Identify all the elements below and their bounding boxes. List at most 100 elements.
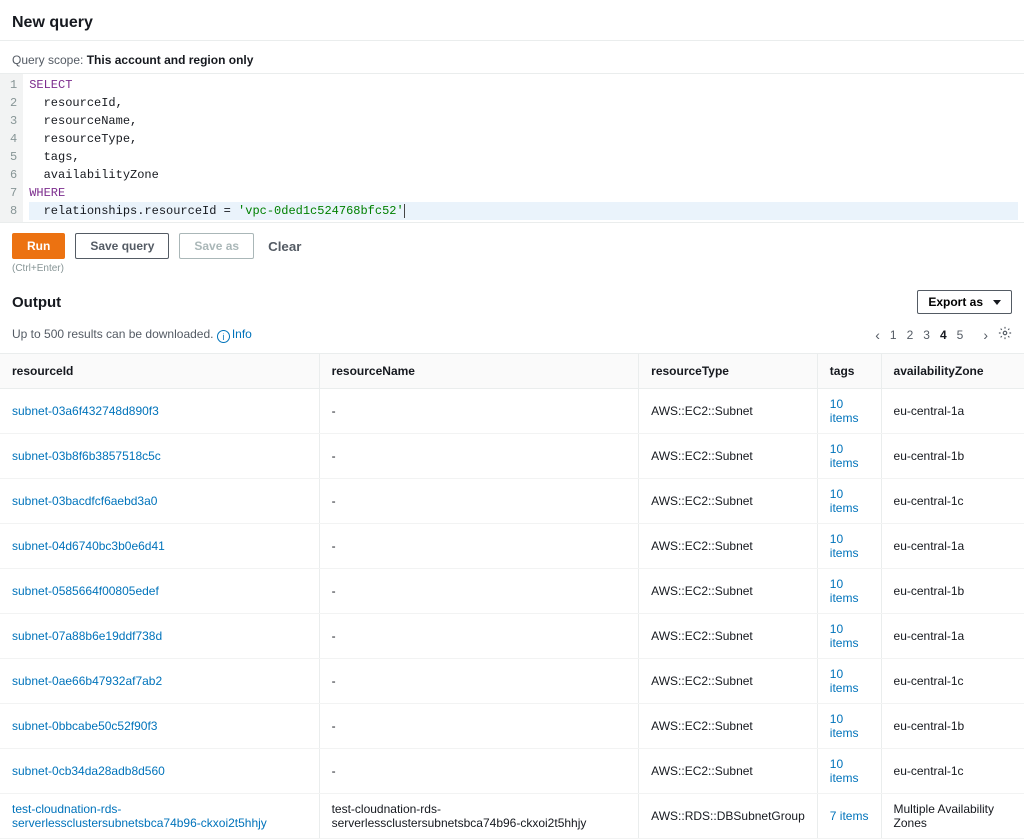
prev-page-icon[interactable]: ‹ xyxy=(875,327,880,343)
cell-resourceId: subnet-03bacdfcf6aebd3a0 xyxy=(0,479,319,524)
resource-id-link[interactable]: subnet-07a88b6e19ddf738d xyxy=(12,629,162,643)
line-number: 4 xyxy=(10,130,17,148)
cell-tags: 10 items xyxy=(817,614,881,659)
table-row: subnet-03bacdfcf6aebd3a0 -AWS::EC2::Subne… xyxy=(0,479,1024,524)
resource-id-link[interactable]: subnet-03bacdfcf6aebd3a0 xyxy=(12,494,157,508)
query-scope-value: This account and region only xyxy=(87,53,254,67)
query-editor[interactable]: 12345678 SELECT resourceId, resourceName… xyxy=(0,73,1024,223)
column-header-resourceId[interactable]: resourceId xyxy=(0,354,319,389)
resource-id-link[interactable]: test-cloudnation-rds-serverlessclustersu… xyxy=(12,802,267,830)
cell-resourceName: - xyxy=(319,434,639,479)
column-header-resourceName[interactable]: resourceName xyxy=(319,354,639,389)
cell-tags: 10 items xyxy=(817,704,881,749)
info-link[interactable]: iInfo xyxy=(217,327,252,341)
cell-resourceType: AWS::EC2::Subnet xyxy=(639,659,818,704)
line-number: 7 xyxy=(10,184,17,202)
page-3[interactable]: 3 xyxy=(923,328,930,342)
cell-availabilityZone: Multiple Availability Zones xyxy=(881,794,1024,839)
code-line[interactable]: SELECT xyxy=(29,76,1018,94)
cell-availabilityZone: eu-central-1b xyxy=(881,704,1024,749)
tags-link[interactable]: 10 items xyxy=(830,442,859,470)
results-info-text: Up to 500 results can be downloaded. xyxy=(12,327,213,341)
cell-resourceType: AWS::EC2::Subnet xyxy=(639,524,818,569)
info-label: Info xyxy=(232,327,252,341)
line-number: 2 xyxy=(10,94,17,112)
resource-id-link[interactable]: subnet-04d6740bc3b0e6d41 xyxy=(12,539,165,553)
tags-link[interactable]: 10 items xyxy=(830,577,859,605)
tags-link[interactable]: 10 items xyxy=(830,532,859,560)
cell-resourceName: test-cloudnation-rds-serverlessclustersu… xyxy=(319,794,639,839)
cell-resourceName: - xyxy=(319,749,639,794)
table-row: subnet-03b8f6b3857518c5c -AWS::EC2::Subne… xyxy=(0,434,1024,479)
tags-link[interactable]: 7 items xyxy=(830,809,869,823)
chevron-down-icon xyxy=(993,300,1001,305)
code-line[interactable]: availabilityZone xyxy=(29,166,1018,184)
code-line[interactable]: tags, xyxy=(29,148,1018,166)
code-area[interactable]: SELECT resourceId, resourceName, resourc… xyxy=(23,74,1024,222)
resource-id-link[interactable]: subnet-0bbcabe50c52f90f3 xyxy=(12,719,157,733)
cell-availabilityZone: eu-central-1a xyxy=(881,524,1024,569)
next-page-icon[interactable]: › xyxy=(983,327,988,343)
cell-resourceId: subnet-0cb34da28adb8d560 xyxy=(0,749,319,794)
cell-tags: 10 items xyxy=(817,434,881,479)
resource-id-link[interactable]: subnet-03a6f432748d890f3 xyxy=(12,404,159,418)
column-header-availabilityZone[interactable]: availabilityZone xyxy=(881,354,1024,389)
table-row: subnet-0cb34da28adb8d560 -AWS::EC2::Subne… xyxy=(0,749,1024,794)
cell-tags: 7 items xyxy=(817,794,881,839)
run-shortcut-hint: (Ctrl+Enter) xyxy=(0,263,1024,282)
settings-button[interactable] xyxy=(998,326,1012,343)
cell-availabilityZone: eu-central-1c xyxy=(881,479,1024,524)
cell-resourceType: AWS::EC2::Subnet xyxy=(639,614,818,659)
tags-link[interactable]: 10 items xyxy=(830,712,859,740)
code-line[interactable]: relationships.resourceId = 'vpc-0ded1c52… xyxy=(29,202,1018,220)
cell-resourceId: test-cloudnation-rds-serverlessclustersu… xyxy=(0,794,319,839)
resource-id-link[interactable]: subnet-0585664f00805edef xyxy=(12,584,159,598)
page-4[interactable]: 4 xyxy=(940,328,947,342)
save-as-button[interactable]: Save as xyxy=(179,233,254,259)
clear-button[interactable]: Clear xyxy=(264,234,305,259)
gear-icon xyxy=(998,326,1012,340)
cell-resourceId: subnet-04d6740bc3b0e6d41 xyxy=(0,524,319,569)
resource-id-link[interactable]: subnet-0cb34da28adb8d560 xyxy=(12,764,165,778)
column-header-tags[interactable]: tags xyxy=(817,354,881,389)
export-as-button[interactable]: Export as xyxy=(917,290,1012,314)
table-row: subnet-0ae66b47932af7ab2-AWS::EC2::Subne… xyxy=(0,659,1024,704)
code-line[interactable]: resourceType, xyxy=(29,130,1018,148)
info-icon: i xyxy=(217,330,230,343)
tags-link[interactable]: 10 items xyxy=(830,397,859,425)
export-as-label: Export as xyxy=(928,295,983,309)
page-2[interactable]: 2 xyxy=(907,328,914,342)
cell-tags: 10 items xyxy=(817,389,881,434)
cell-resourceType: AWS::EC2::Subnet xyxy=(639,434,818,479)
tags-link[interactable]: 10 items xyxy=(830,667,859,695)
code-line[interactable]: WHERE xyxy=(29,184,1018,202)
table-row: subnet-0bbcabe50c52f90f3 -AWS::EC2::Subne… xyxy=(0,704,1024,749)
paginator: ‹ 12345 › xyxy=(875,326,1012,343)
resource-id-link[interactable]: subnet-0ae66b47932af7ab2 xyxy=(12,674,162,688)
cell-resourceName: - xyxy=(319,479,639,524)
page-title: New query xyxy=(12,14,1012,32)
cell-resourceType: AWS::EC2::Subnet xyxy=(639,749,818,794)
cell-resourceType: AWS::EC2::Subnet xyxy=(639,704,818,749)
resource-id-link[interactable]: subnet-03b8f6b3857518c5c xyxy=(12,449,161,463)
cell-tags: 10 items xyxy=(817,479,881,524)
column-header-resourceType[interactable]: resourceType xyxy=(639,354,818,389)
cell-availabilityZone: eu-central-1a xyxy=(881,614,1024,659)
cell-resourceType: AWS::EC2::Subnet xyxy=(639,479,818,524)
code-line[interactable]: resourceName, xyxy=(29,112,1018,130)
query-scope: Query scope: This account and region onl… xyxy=(0,41,1024,73)
run-button[interactable]: Run xyxy=(12,233,65,259)
code-line[interactable]: resourceId, xyxy=(29,94,1018,112)
results-table: resourceIdresourceNameresourceTypetagsav… xyxy=(0,353,1024,839)
page-5[interactable]: 5 xyxy=(957,328,964,342)
save-query-button[interactable]: Save query xyxy=(75,233,169,259)
line-number: 8 xyxy=(10,202,17,220)
cell-availabilityZone: eu-central-1b xyxy=(881,434,1024,479)
tags-link[interactable]: 10 items xyxy=(830,622,859,650)
tags-link[interactable]: 10 items xyxy=(830,757,859,785)
page-1[interactable]: 1 xyxy=(890,328,897,342)
tags-link[interactable]: 10 items xyxy=(830,487,859,515)
cell-resourceId: subnet-07a88b6e19ddf738d xyxy=(0,614,319,659)
cell-resourceName: - xyxy=(319,704,639,749)
table-row: subnet-03a6f432748d890f3-AWS::EC2::Subne… xyxy=(0,389,1024,434)
